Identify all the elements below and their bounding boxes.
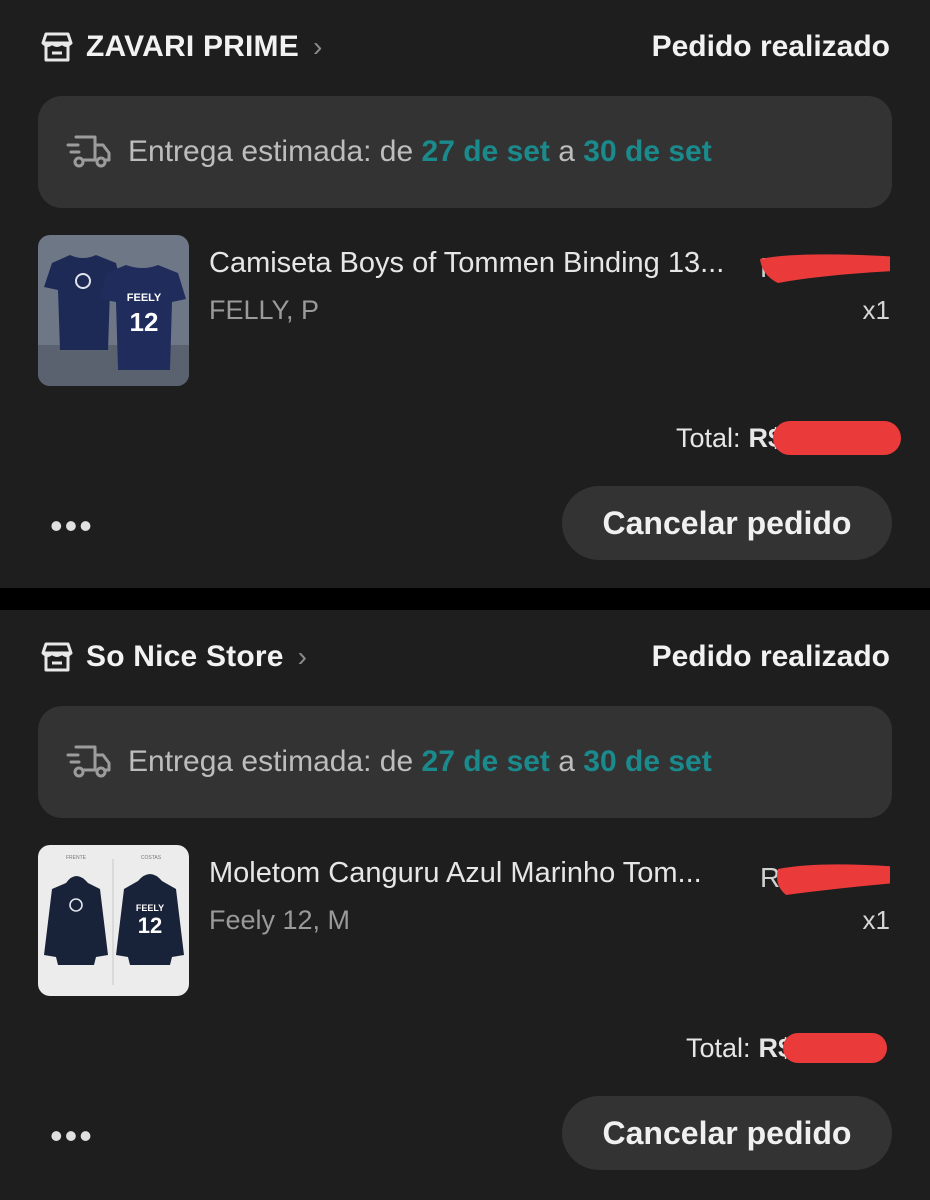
chevron-right-icon: › [297, 641, 307, 672]
store-name: ZAVARI PRIME [86, 30, 299, 63]
product-thumbnail[interactable]: FEELY 12 [38, 235, 189, 386]
thumb-number-print: 12 [138, 913, 162, 938]
order-total: Total: R$ [676, 418, 902, 458]
order-status: Pedido realizado [651, 640, 890, 673]
order-total: Total: R$ [686, 1028, 888, 1068]
truck-icon [66, 132, 112, 172]
thumb-name-print: FEELY [127, 292, 162, 304]
product-title: Moletom Canguru Azul Marinho Tom... [209, 857, 702, 889]
total-redaction [773, 421, 902, 455]
total-label: Total: [686, 1032, 751, 1063]
store-icon [38, 638, 76, 676]
order-status: Pedido realizado [651, 30, 890, 63]
order-card: So Nice Store › Pedido realizado Entrega… [0, 610, 930, 1200]
thumb-left-caption: FRENTE [66, 855, 87, 861]
cancel-order-button[interactable]: Cancelar pedido [562, 1096, 892, 1170]
price-redacted: R [760, 855, 900, 895]
product-variant: FELLY, P [209, 295, 320, 325]
store-link[interactable]: ZAVARI PRIME › [38, 28, 322, 66]
chevron-right-icon: › [312, 31, 323, 62]
delivery-text: Entrega estimada: de 27 de set a 30 de s… [128, 745, 712, 779]
delivery-mid: a [549, 135, 584, 168]
order-item[interactable]: FEELY 12 Camiseta Boys of Tommen Binding… [38, 235, 900, 387]
thumb-right-caption: COSTAS [141, 855, 162, 861]
price-redacted: R$ [760, 245, 900, 285]
order-card: ZAVARI PRIME › Pedido realizado Entrega … [0, 0, 930, 588]
order-header: ZAVARI PRIME › Pedido realizado [38, 26, 890, 68]
delivery-text: Entrega estimada: de 27 de set a 30 de s… [128, 135, 712, 169]
more-options-button[interactable]: ••• [50, 1115, 94, 1157]
total-label: Total: [676, 422, 741, 453]
order-item[interactable]: FRENTE COSTAS FEELY 12 Moletom Canguru A… [38, 845, 900, 997]
thumb-name-print: FEELY [136, 903, 164, 913]
store-icon [38, 28, 76, 66]
delivery-prefix: Entrega estimada: de [128, 135, 422, 168]
product-variant: Feely 12, M [209, 905, 351, 935]
delivery-from-date: 27 de set [421, 135, 550, 168]
order-header: So Nice Store › Pedido realizado [38, 636, 890, 678]
product-thumbnail[interactable]: FRENTE COSTAS FEELY 12 [38, 845, 189, 996]
quantity: x1 [862, 295, 890, 325]
delivery-prefix: Entrega estimada: de [128, 745, 422, 778]
store-name: So Nice Store [86, 640, 284, 673]
quantity: x1 [862, 905, 890, 935]
product-title: Camiseta Boys of Tommen Binding 13... [209, 247, 725, 279]
more-options-button[interactable]: ••• [50, 505, 94, 547]
cancel-order-button[interactable]: Cancelar pedido [562, 486, 892, 560]
store-link[interactable]: So Nice Store › [38, 638, 307, 676]
delivery-estimate: Entrega estimada: de 27 de set a 30 de s… [38, 96, 892, 208]
delivery-estimate: Entrega estimada: de 27 de set a 30 de s… [38, 706, 892, 818]
delivery-mid: a [549, 745, 584, 778]
thumb-number-print: 12 [130, 307, 159, 337]
total-redaction [783, 1033, 888, 1063]
delivery-from-date: 27 de set [421, 745, 550, 778]
truck-icon [66, 742, 112, 782]
delivery-to-date: 30 de set [583, 745, 712, 778]
delivery-to-date: 30 de set [583, 135, 712, 168]
